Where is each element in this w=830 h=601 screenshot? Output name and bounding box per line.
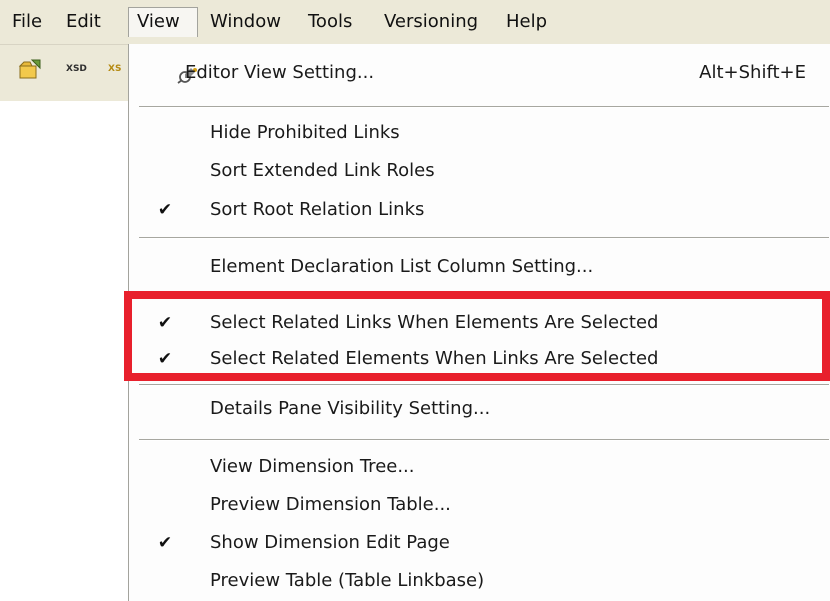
checkmark-icon: ✔ [157,349,173,369]
menu-window[interactable]: Window [202,7,289,37]
checkmark-icon: ✔ [157,200,173,220]
menu-bar: File Edit View Window Tools Versioning H… [0,0,830,45]
menu-tools[interactable]: Tools [300,7,360,37]
menu-separator [139,297,829,299]
menu-item-label: Preview Table (Table Linkbase) [210,570,485,591]
menu-separator [139,106,829,108]
menu-item-label: Hide Prohibited Links [210,122,400,143]
xs-icon[interactable]: XS [108,60,121,78]
menu-item-element-declaration-list[interactable]: Element Declaration List Column Setting.… [129,249,830,285]
menu-versioning[interactable]: Versioning [376,7,486,37]
menu-file[interactable]: File [4,7,50,37]
menu-item-shortcut: Alt+Shift+E [699,62,806,83]
menu-item-label: Editor View Setting... [185,62,375,83]
xsd-icon[interactable]: XSD [66,60,87,78]
view-dropdown-menu: Editor View Setting... Alt+Shift+E Hide … [128,44,830,601]
app-window: File Edit View Window Tools Versioning H… [0,0,830,601]
menu-item-label: Details Pane Visibility Setting... [210,398,491,419]
menu-item-select-related-links[interactable]: ✔ Select Related Links When Elements Are… [129,305,830,341]
menu-item-show-dimension-edit-page[interactable]: ✔ Show Dimension Edit Page [129,525,830,561]
menu-item-preview-dimension-table[interactable]: Preview Dimension Table... [129,487,830,523]
menu-item-preview-table-linkbase[interactable]: Preview Table (Table Linkbase) [129,563,830,599]
menu-item-sort-root-relation-links[interactable]: ✔ Sort Root Relation Links [129,192,830,228]
menu-view[interactable]: View [128,7,198,37]
menu-item-label: View Dimension Tree... [210,456,415,477]
menu-item-label: Show Dimension Edit Page [210,532,450,553]
menu-separator [139,237,829,239]
menu-item-editor-view-setting[interactable]: Editor View Setting... Alt+Shift+E [129,55,830,91]
toolbar: XSD XS [0,45,130,101]
menu-item-view-dimension-tree[interactable]: View Dimension Tree... [129,449,830,485]
menu-item-label: Select Related Elements When Links Are S… [210,348,659,369]
menu-item-label: Preview Dimension Table... [210,494,451,515]
open-file-icon[interactable] [18,58,42,80]
checkmark-icon: ✔ [157,533,173,553]
menu-item-label: Select Related Links When Elements Are S… [210,312,659,333]
menu-item-label: Element Declaration List Column Setting.… [210,256,594,277]
menu-help[interactable]: Help [498,7,555,37]
menu-separator [139,439,829,441]
menu-item-label: Sort Root Relation Links [210,199,425,220]
menu-item-sort-extended-link-roles[interactable]: Sort Extended Link Roles [129,153,830,189]
checkmark-icon: ✔ [157,313,173,333]
menu-item-label: Sort Extended Link Roles [210,160,435,181]
menu-item-details-pane-visibility[interactable]: Details Pane Visibility Setting... [129,391,830,427]
menu-separator [139,384,829,386]
menu-item-hide-prohibited-links[interactable]: Hide Prohibited Links [129,115,830,151]
menu-edit[interactable]: Edit [58,7,109,37]
menu-item-select-related-elements[interactable]: ✔ Select Related Elements When Links Are… [129,341,830,377]
